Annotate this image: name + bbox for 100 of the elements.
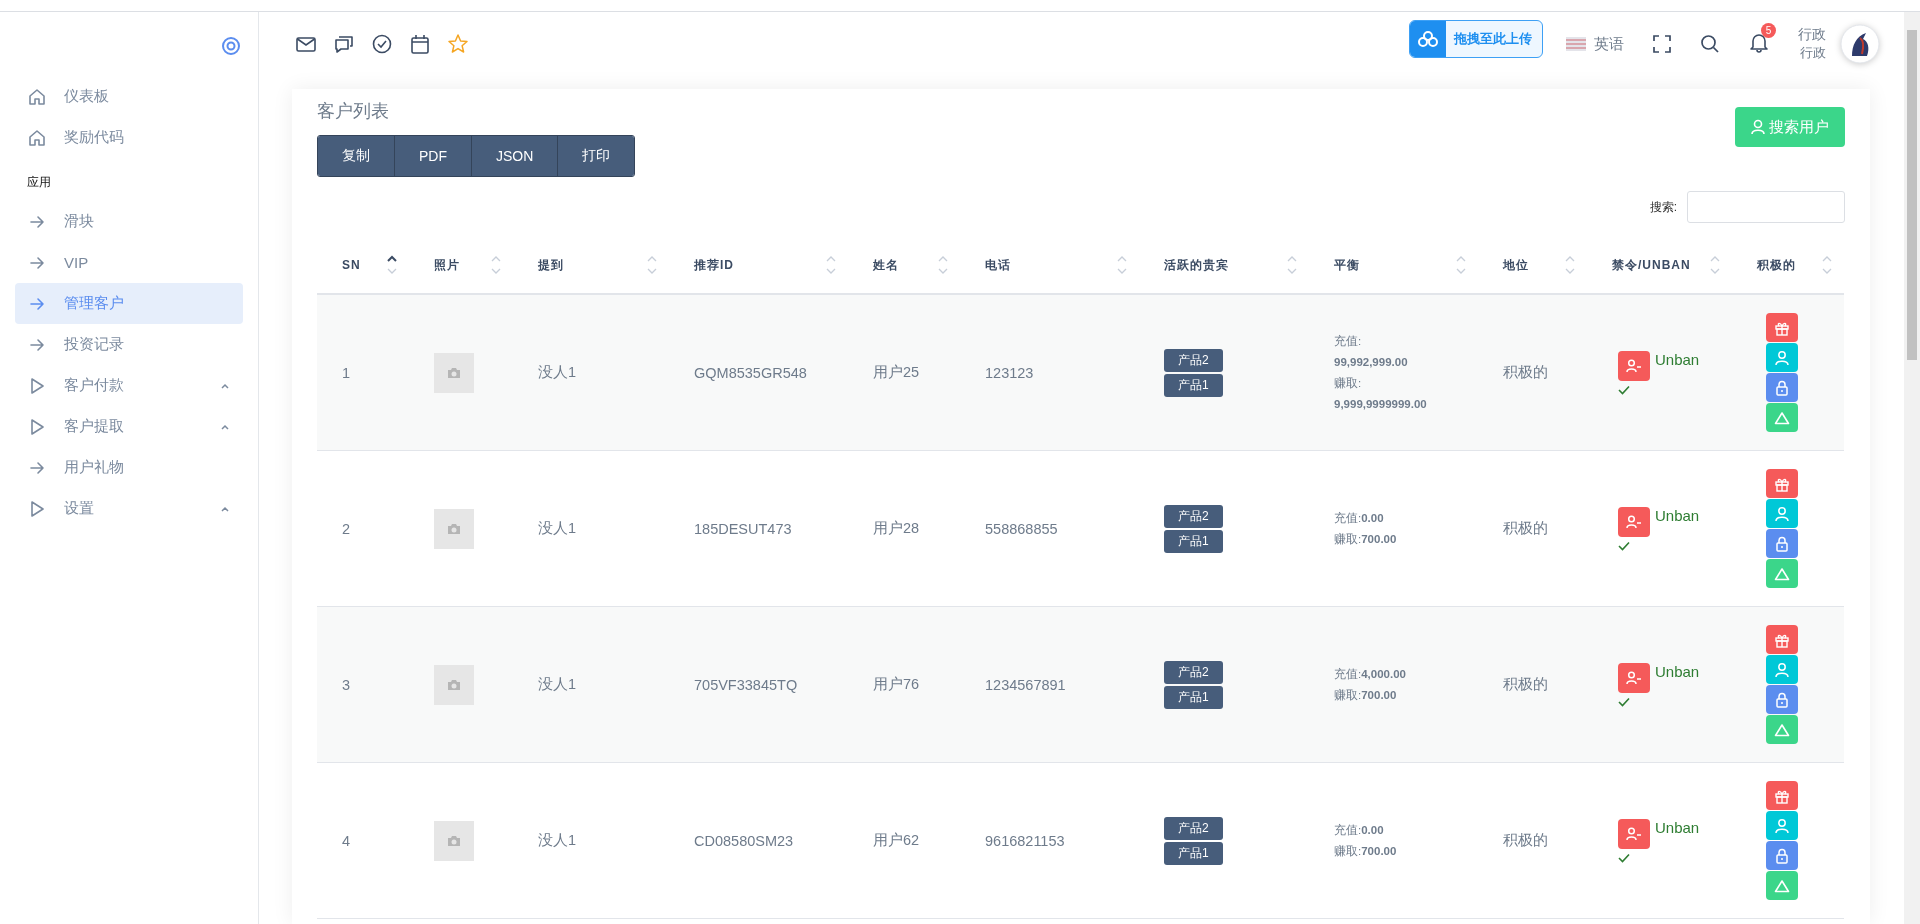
- product-tag: 产品1: [1164, 841, 1223, 865]
- user-name: 行政: [1798, 26, 1826, 44]
- export-button[interactable]: 复制: [318, 136, 395, 176]
- sidebar-item[interactable]: 客户提取: [15, 406, 243, 447]
- target-logo-icon[interactable]: [221, 36, 241, 56]
- table-cell: 用户28: [873, 520, 920, 536]
- table-cell: 558868855: [985, 520, 1058, 537]
- sidebar-item[interactable]: 客户付款: [15, 365, 243, 406]
- scrollbar-thumb[interactable]: [1907, 30, 1917, 360]
- triangle-button[interactable]: [1766, 559, 1798, 588]
- product-tag: 产品2: [1164, 504, 1223, 528]
- lock-icon: [1774, 847, 1790, 864]
- column-header[interactable]: 照片: [434, 256, 460, 274]
- triangle-icon: [1774, 409, 1790, 426]
- column-header[interactable]: 禁令/UNBAN: [1612, 256, 1691, 274]
- product-tag: 产品1: [1164, 373, 1223, 397]
- lock-button[interactable]: [1766, 841, 1798, 870]
- ban-status-text: Unban: [1655, 662, 1700, 680]
- language-label: 英语: [1594, 34, 1624, 54]
- export-button[interactable]: 打印: [558, 136, 635, 176]
- user-button[interactable]: [1766, 343, 1798, 372]
- balance-label: 赚取:: [1334, 687, 1362, 703]
- table-cell: 9616821153: [985, 832, 1065, 849]
- triangle-icon: [1774, 721, 1790, 738]
- status-text: 积极的: [1503, 832, 1548, 848]
- gift-button[interactable]: [1766, 313, 1798, 342]
- balance-value: 700.00: [1361, 531, 1397, 547]
- triangle-button[interactable]: [1766, 715, 1798, 744]
- column-header[interactable]: 提到: [538, 256, 564, 274]
- balance-label: 赚取:: [1334, 375, 1362, 391]
- fullscreen-icon[interactable]: [1652, 34, 1672, 54]
- user-icon: [1774, 661, 1790, 678]
- user-icon: [1774, 505, 1790, 522]
- user-minus-icon: [1626, 670, 1642, 685]
- cloud-icon: [1417, 30, 1439, 48]
- user-minus-icon: [1626, 826, 1642, 841]
- unban-button[interactable]: [1618, 818, 1650, 849]
- user-button[interactable]: [1766, 655, 1798, 684]
- column-header[interactable]: 活跃的贵宾: [1164, 256, 1229, 274]
- column-header[interactable]: 积极的: [1757, 256, 1796, 274]
- sort-icon[interactable]: [387, 254, 397, 276]
- lock-button[interactable]: [1766, 373, 1798, 402]
- product-tag: 产品2: [1164, 816, 1223, 840]
- table-cell: 没人1: [538, 832, 577, 848]
- search-field[interactable]: [1687, 191, 1845, 223]
- avatar[interactable]: [1840, 24, 1880, 64]
- language-selector[interactable]: 英语: [1566, 34, 1624, 54]
- scrollbar[interactable]: [1904, 12, 1920, 924]
- search-label: 搜索:: [1649, 198, 1677, 216]
- ban-status-text: Unban: [1655, 506, 1700, 524]
- balance-value: 9,999,9999999.00: [1334, 396, 1427, 412]
- product-tag: 产品2: [1164, 660, 1223, 684]
- column-header[interactable]: 地位: [1503, 256, 1529, 274]
- table-cell: 4: [342, 832, 351, 849]
- column-header[interactable]: 平衡: [1334, 256, 1360, 274]
- sidebar-item[interactable]: 仪表板: [15, 76, 243, 117]
- flag-icon: [1566, 37, 1586, 51]
- unban-button[interactable]: [1618, 662, 1650, 693]
- column-header[interactable]: 推荐ID: [694, 256, 734, 274]
- sidebar-item[interactable]: 投资记录: [15, 324, 243, 365]
- star-icon[interactable]: [447, 33, 469, 55]
- sidebar-item[interactable]: 滑块: [15, 201, 243, 242]
- home-icon: [27, 86, 47, 107]
- export-button[interactable]: PDF: [395, 136, 472, 176]
- sidebar-item[interactable]: 奖励代码: [15, 117, 243, 158]
- ban-status-text: Unban: [1655, 350, 1700, 368]
- triangle-button[interactable]: [1766, 403, 1798, 432]
- camera-icon: [447, 834, 461, 847]
- user-role: 行政: [1800, 44, 1826, 62]
- sidebar-item[interactable]: VIP: [15, 242, 243, 283]
- home-icon: [27, 127, 47, 148]
- lock-button[interactable]: [1766, 529, 1798, 558]
- camera-icon: [447, 678, 461, 691]
- gift-button[interactable]: [1766, 469, 1798, 498]
- user-button[interactable]: [1766, 811, 1798, 840]
- column-header[interactable]: SN: [342, 258, 361, 272]
- unban-button[interactable]: [1618, 350, 1650, 381]
- user-button[interactable]: [1766, 499, 1798, 528]
- sidebar-item[interactable]: 用户礼物: [15, 447, 243, 488]
- table-cell: 3: [342, 676, 351, 693]
- camera-icon: [447, 522, 461, 535]
- unban-button[interactable]: [1618, 506, 1650, 537]
- triangle-icon: [1774, 565, 1790, 582]
- gift-button[interactable]: [1766, 625, 1798, 654]
- export-button[interactable]: JSON: [472, 136, 559, 176]
- lock-icon: [1774, 535, 1790, 552]
- triangle-button[interactable]: [1766, 871, 1798, 900]
- column-header[interactable]: 姓名: [873, 256, 899, 274]
- search-icon[interactable]: [1700, 34, 1720, 54]
- chat-icon[interactable]: [333, 33, 355, 55]
- gift-button[interactable]: [1766, 781, 1798, 810]
- calendar-icon[interactable]: [409, 33, 431, 55]
- column-header[interactable]: 电话: [985, 256, 1011, 274]
- table-cell: 1: [342, 364, 351, 381]
- check-circle-icon[interactable]: [371, 33, 393, 55]
- table-cell: 123123: [985, 364, 1034, 381]
- lock-button[interactable]: [1766, 685, 1798, 714]
- camera-icon: [447, 366, 461, 379]
- sidebar-item[interactable]: 设置: [15, 488, 243, 529]
- balance-value: 4,000.00: [1361, 666, 1406, 682]
